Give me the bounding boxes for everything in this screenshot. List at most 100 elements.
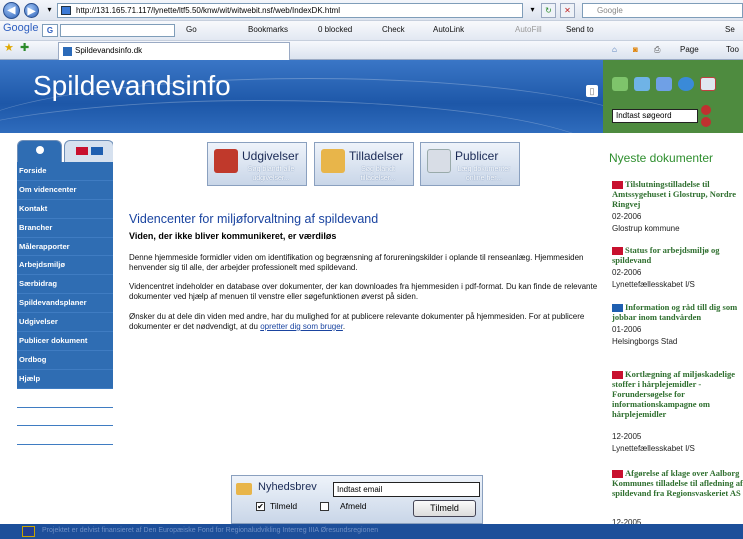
nav-item-maalerapporter[interactable]: Målerapporter xyxy=(17,238,113,257)
tab-title: Spildevandsinfo.dk xyxy=(75,46,143,55)
address-dropdown-icon[interactable]: ▾ xyxy=(525,3,540,18)
publish-paragraph: Ønsker du at dele din viden med andre, h… xyxy=(129,312,603,332)
document-org: Lynettefællesskabet I/S xyxy=(612,280,695,289)
browser-tab[interactable]: Spildevandsinfo.dk xyxy=(58,42,290,60)
newsletter-title: Nyhedsbrev xyxy=(258,481,317,493)
document-title[interactable]: Status for arbejdsmiljø og spildevand xyxy=(612,245,743,265)
document-date: 02-2006 xyxy=(612,268,642,277)
publicer-subtitle: Læg dokumenter online her... xyxy=(457,166,511,182)
google-search-placeholder: Google xyxy=(597,6,623,15)
tab-favicon xyxy=(63,47,72,56)
nav-item-spildevandsplaner[interactable]: Spildevandsplaner xyxy=(17,294,113,314)
spellcheck-button[interactable]: Check xyxy=(382,24,405,36)
nav-item-saerbidrag[interactable]: Særbidrag xyxy=(17,275,113,295)
autofill-button[interactable]: AutoFill xyxy=(515,24,542,36)
share-icon[interactable] xyxy=(612,77,628,91)
go-button[interactable]: Go xyxy=(186,24,197,36)
nav-item-forside[interactable]: Forside xyxy=(17,162,113,181)
email-value: Indtast email xyxy=(337,485,383,494)
site-title: Spildevandsinfo xyxy=(33,70,231,101)
site-banner: Spildevandsinfo ▯ xyxy=(0,60,603,133)
globe-icon[interactable] xyxy=(656,77,672,91)
footer-text: Projektet er delvist finansieret af Den … xyxy=(42,527,379,534)
refresh-icon[interactable]: ↻ xyxy=(541,3,556,18)
home-tab[interactable] xyxy=(17,140,62,162)
unsubscribe-checkbox[interactable] xyxy=(320,502,329,511)
send-to-button[interactable]: Send to xyxy=(566,24,594,36)
document-title[interactable]: Information og råd till dig som jobbar i… xyxy=(612,302,743,322)
subscribe-label: Tilmeld xyxy=(270,501,298,511)
address-input[interactable]: http://131.165.71.117/lynette/ltf5.50/kn… xyxy=(57,3,523,18)
document-date: 02-2006 xyxy=(612,212,642,221)
favorites-star-icon[interactable]: ★ xyxy=(4,42,14,54)
forward-icon[interactable]: ▶ xyxy=(24,3,39,18)
unsubscribe-label: Afmeld xyxy=(340,501,367,511)
document-icon[interactable]: ▯ xyxy=(586,85,598,97)
denmark-flag-icon xyxy=(76,147,88,155)
newsletter-submit-button[interactable]: Tilmeld xyxy=(413,500,476,517)
document-title[interactable]: Afgørelse af klage over Aalborg Kommunes… xyxy=(612,468,743,498)
document-title[interactable]: Kortlægning af miljøskadelige stoffer i … xyxy=(612,369,743,419)
tools-menu[interactable]: Too xyxy=(726,44,739,56)
subscribe-checkbox[interactable]: ✔ xyxy=(256,502,265,511)
publish-text-end: . xyxy=(342,322,346,331)
page-icon xyxy=(61,6,71,15)
back-icon[interactable]: ◀ xyxy=(3,2,20,19)
nav-item-kontakt[interactable]: Kontakt xyxy=(17,200,113,219)
home-tab-icon xyxy=(36,146,44,154)
address-text: http://131.165.71.117/lynette/ltf5.50/kn… xyxy=(76,6,340,15)
udgivelser-title: Udgivelser xyxy=(242,149,299,163)
print-icon[interactable]: ⎙ xyxy=(654,44,660,56)
tilladelser-subtitle: Søg blandt tilladelser... xyxy=(360,166,396,182)
publish-text: Ønsker du at dele din viden med andre, h… xyxy=(129,312,585,331)
folder-icon xyxy=(321,149,345,173)
publicer-button[interactable]: Publicer Læg dokumenter online her... xyxy=(420,142,520,186)
google-g-icon[interactable]: G xyxy=(42,24,58,37)
nav-item-om-videncenter[interactable]: Om videncenter xyxy=(17,181,113,200)
settings-button[interactable]: Se xyxy=(725,24,735,36)
google-search-input[interactable]: Google xyxy=(582,3,743,18)
document-title[interactable]: Tilslutningstilladelse til Amtssygehuset… xyxy=(612,179,743,209)
nav-item-udgivelser[interactable]: Udgivelser xyxy=(17,313,113,333)
document-date: 01-2006 xyxy=(612,325,642,334)
home-icon[interactable]: ⌂ xyxy=(612,44,617,56)
document-org: Lynettefællesskabet I/S xyxy=(612,444,695,453)
site-search-input[interactable]: Indtast søgeord xyxy=(612,109,698,123)
register-link[interactable]: opretter dig som bruger xyxy=(260,322,343,331)
email-input[interactable]: Indtast email xyxy=(333,482,480,497)
popup-blocked-button[interactable]: 0 blocked xyxy=(318,24,352,36)
autolink-button[interactable]: AutoLink xyxy=(433,24,464,36)
document-date: 12-2005 xyxy=(612,432,642,441)
google-logo: Google xyxy=(3,22,39,34)
page-subheading: Viden, der ikke bliver kommunikeret, er … xyxy=(129,231,337,241)
stop-icon[interactable]: ✕ xyxy=(560,3,575,18)
network-icon[interactable] xyxy=(634,77,650,91)
nav-item-sitemap[interactable]: Sitemap xyxy=(17,426,113,446)
tilladelser-title: Tilladelser xyxy=(349,149,404,163)
page-heading: Videncenter for miljøforvaltning af spil… xyxy=(129,212,379,226)
nav-item-publicer-dokument[interactable]: Publicer dokument xyxy=(17,332,113,351)
bookmarks-button[interactable]: Bookmarks xyxy=(248,24,288,36)
document-org: Helsingborgs Stad xyxy=(612,337,678,346)
page-menu[interactable]: Page xyxy=(680,44,699,56)
history-dropdown-icon[interactable]: ▾ xyxy=(42,3,57,18)
nav-item-brancher[interactable]: Brancher xyxy=(17,219,113,238)
nav-item-ordbog[interactable]: Ordbog xyxy=(17,351,113,370)
nav-item-links[interactable]: Links xyxy=(17,389,113,408)
udgivelser-button[interactable]: Udgivelser Søg blandt alle udgivelser... xyxy=(207,142,307,186)
mail-icon[interactable] xyxy=(700,77,716,91)
nav-item-lyn-is[interactable]: www.lyn-is.dk xyxy=(17,408,113,427)
nav-item-hjaelp[interactable]: Hjælp xyxy=(17,370,113,389)
search-icon[interactable] xyxy=(701,105,711,115)
add-favorite-icon[interactable]: ✚ xyxy=(20,42,29,54)
feeds-icon[interactable]: ◙ xyxy=(633,44,638,56)
google-toolbar-input[interactable] xyxy=(60,24,175,37)
search-placeholder: Indtast søgeord xyxy=(616,111,672,120)
document-icon xyxy=(427,149,451,173)
help-icon[interactable] xyxy=(678,77,694,91)
nav-item-arbejdsmiljo[interactable]: Arbejdsmiljø xyxy=(17,256,113,276)
tilladelser-button[interactable]: Tilladelser Søg blandt tilladelser... xyxy=(314,142,414,186)
advanced-search-icon[interactable] xyxy=(701,117,711,127)
language-tab[interactable] xyxy=(64,140,114,162)
document-org: Glostrup kommune xyxy=(612,224,680,233)
